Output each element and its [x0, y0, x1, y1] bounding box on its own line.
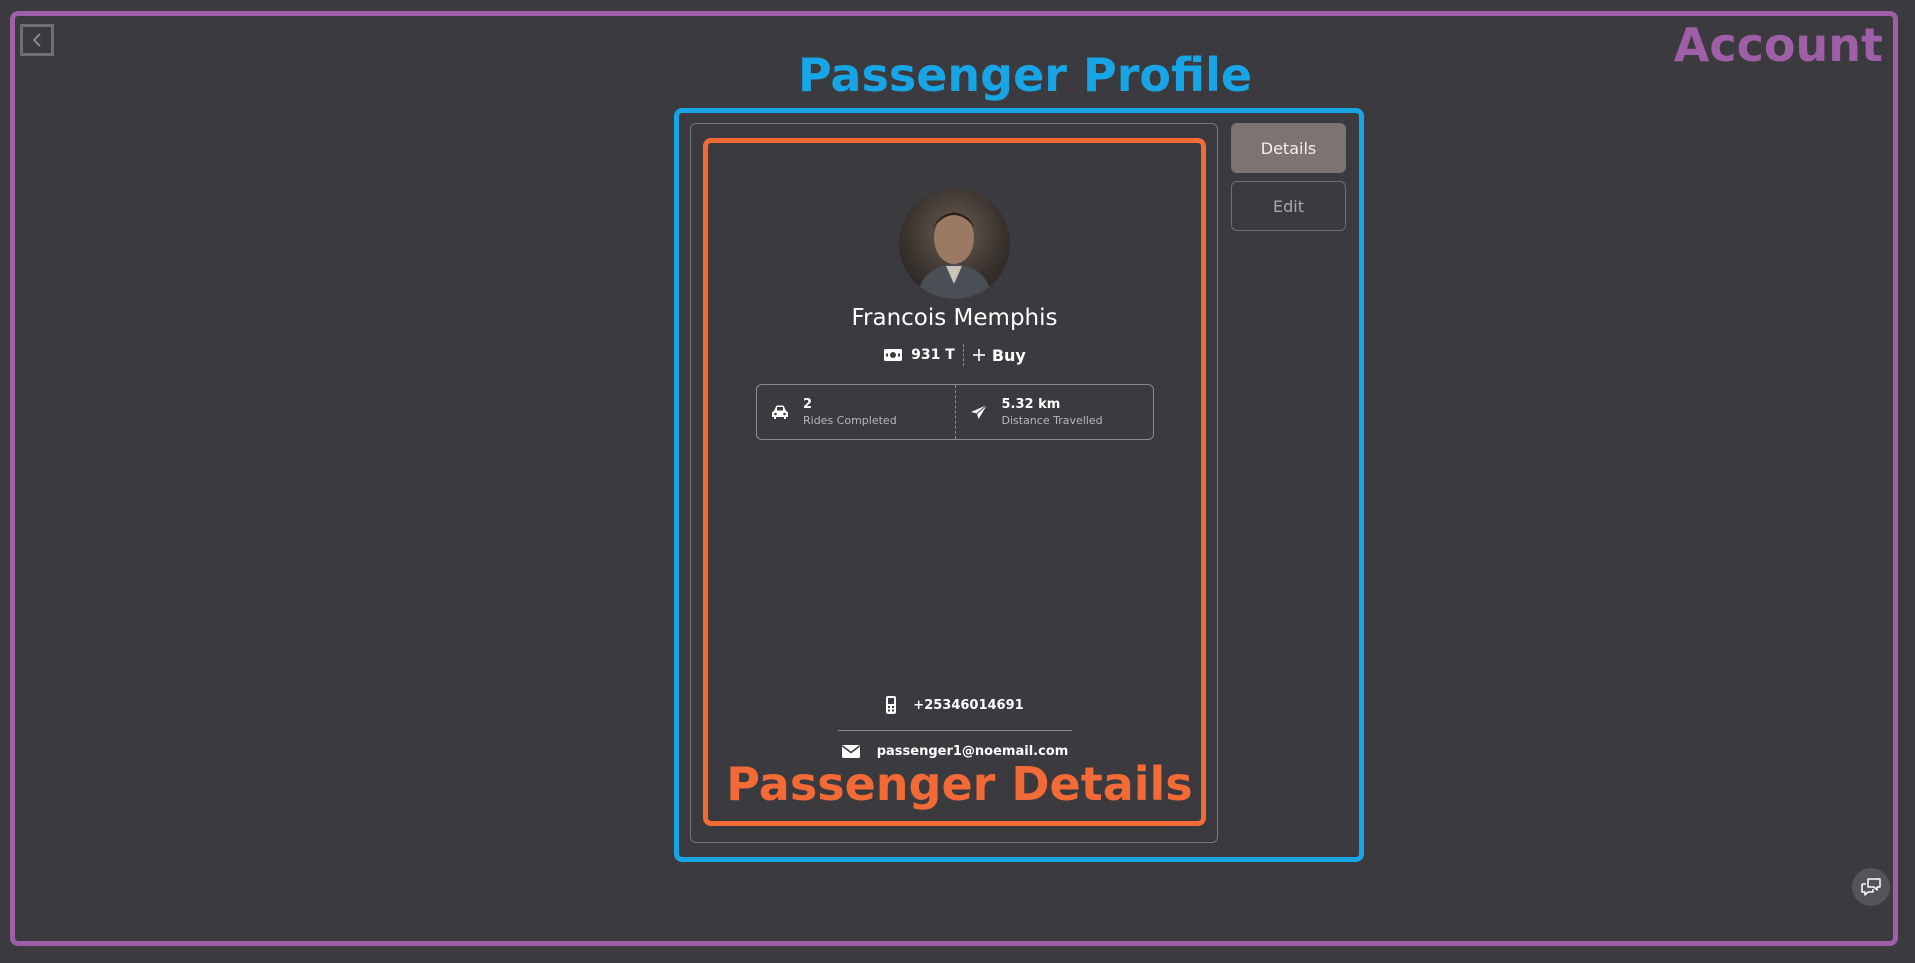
car-icon: [772, 405, 788, 419]
passenger-profile-annotation-label: Passenger Profile: [797, 48, 1253, 102]
wallet-row: 931 T Buy: [703, 344, 1206, 366]
rides-completed-label: Rides Completed: [803, 414, 897, 427]
paper-plane-icon: [970, 404, 987, 419]
chat-button[interactable]: [1852, 868, 1890, 906]
buy-label: Buy: [991, 345, 1026, 365]
passenger-name: Francois Memphis: [851, 305, 1058, 331]
buy-button[interactable]: Buy: [964, 346, 1026, 365]
money-icon: [884, 349, 903, 361]
profile-tabs: Details Edit: [1231, 123, 1346, 239]
stat-rides-completed: 2 Rides Completed: [757, 385, 955, 439]
ride-stats: 2 Rides Completed 5.32 km Distance Trave…: [756, 384, 1154, 440]
passenger-details-annotation-label: Passenger Details: [726, 757, 1193, 811]
chevron-left-icon: [32, 33, 41, 47]
rides-completed-value: 2: [803, 397, 813, 412]
stat-distance-travelled: 5.32 km Distance Travelled: [954, 385, 1154, 439]
phone-number: +25346014691: [913, 697, 1024, 713]
phone-icon: [886, 696, 897, 714]
tab-edit[interactable]: Edit: [1231, 181, 1346, 231]
tab-details[interactable]: Details: [1231, 123, 1346, 173]
avatar: [899, 188, 1010, 299]
avatar-image: [917, 212, 993, 299]
account-page: Account Passenger Profile Details Edit F…: [0, 0, 1915, 963]
phone-row: +25346014691: [703, 695, 1206, 715]
balance-value: 931 T: [911, 347, 955, 363]
distance-value: 5.32 km: [1001, 397, 1061, 412]
chat-icon: [1861, 878, 1881, 896]
distance-label: Distance Travelled: [1001, 414, 1103, 427]
contact-divider: [838, 730, 1072, 731]
balance: 931 T: [883, 344, 964, 366]
plus-icon: [972, 349, 985, 361]
